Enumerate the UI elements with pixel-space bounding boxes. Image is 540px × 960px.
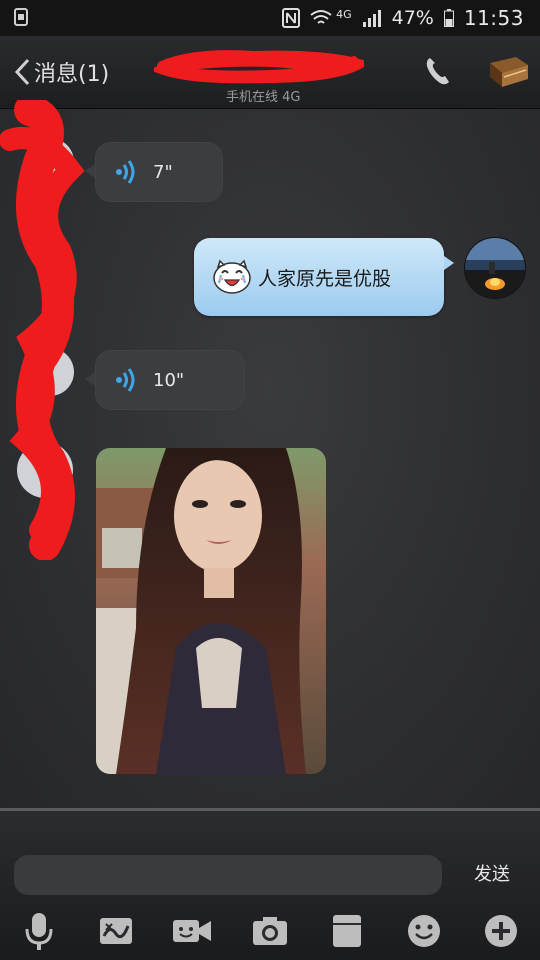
image-message[interactable] (96, 448, 326, 774)
doodle-button[interactable] (94, 909, 138, 953)
my-avatar[interactable] (464, 237, 526, 299)
plus-icon (485, 915, 517, 947)
microphone-icon (25, 913, 53, 950)
redaction-mark-avatars (0, 100, 85, 560)
camera-button[interactable] (248, 909, 292, 953)
wifi-icon (310, 10, 332, 24)
doodle-icon (100, 918, 132, 944)
nfc-icon (282, 8, 301, 28)
avatar-image (465, 238, 525, 298)
back-label: 消息(1) (34, 62, 110, 87)
composer-toolbar (0, 909, 540, 953)
composer: 发送 (0, 811, 540, 960)
crying-laughing-emoji-icon (213, 259, 251, 294)
send-button[interactable]: 发送 (458, 859, 526, 891)
signal-icon (362, 10, 381, 27)
profile-book-icon[interactable] (486, 55, 530, 89)
back-button[interactable]: 消息(1) (14, 56, 109, 88)
voice-duration: 10" (153, 369, 185, 391)
voice-duration: 7" (153, 161, 173, 183)
more-button[interactable] (479, 909, 523, 953)
voice-message-1[interactable]: 7" (85, 142, 223, 202)
voice-message-2[interactable]: 10" (85, 350, 245, 410)
voice-wave-icon (116, 160, 135, 184)
video-camera-icon (173, 920, 211, 942)
emoji-button[interactable] (402, 909, 446, 953)
chevron-left-icon (14, 58, 30, 86)
clock: 11:53 (463, 6, 524, 30)
voice-input-button[interactable] (17, 909, 61, 953)
network-type: 4G (336, 7, 352, 21)
message-text: 人家原先是优股 (258, 267, 392, 290)
redaction-mark-title (154, 50, 364, 84)
status-bar: 4G 47% 11:53 (0, 0, 540, 36)
camera-icon (253, 917, 287, 945)
photo-image (96, 448, 326, 774)
file-button[interactable] (325, 909, 369, 953)
folder-icon (333, 915, 361, 947)
text-message-outgoing[interactable]: 人家原先是优股 (194, 238, 454, 316)
smiley-icon (408, 915, 440, 947)
battery-percent: 47% (391, 7, 434, 29)
voice-wave-icon (116, 368, 135, 392)
message-input[interactable] (14, 855, 442, 895)
phone-icon[interactable] (424, 56, 452, 86)
status-right: 4G 47% 11:53 (282, 6, 524, 30)
notification-icon (14, 8, 28, 26)
battery-icon (443, 9, 454, 27)
video-call-button[interactable] (170, 909, 214, 953)
contact-status: 手机在线 4G (226, 90, 301, 105)
